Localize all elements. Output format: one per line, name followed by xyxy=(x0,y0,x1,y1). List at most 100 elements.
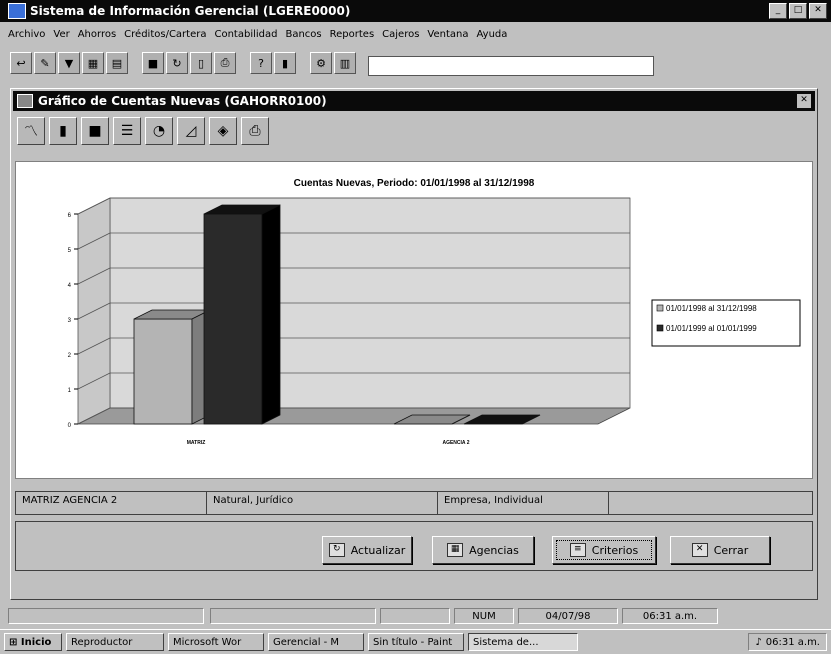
windows-logo-icon: ⊞ xyxy=(9,636,18,648)
grid-icon: ▦ xyxy=(447,543,464,557)
chart-window-icon xyxy=(17,94,33,108)
block-chart-icon[interactable]: ■ xyxy=(81,117,109,145)
filter-icon[interactable]: ▼ xyxy=(58,52,80,74)
start-button[interactable]: ⊞ Inicio xyxy=(4,633,62,651)
minimize-button[interactable]: _ xyxy=(769,3,787,19)
chart-svg: Cuentas Nuevas, Periodo: 01/01/1998 al 3… xyxy=(68,178,801,446)
legend-label: 01/01/1998 al 31/12/1998 xyxy=(666,304,757,313)
status-field-tipo: Empresa, Individual xyxy=(438,492,609,514)
edit-icon[interactable]: ✎ xyxy=(34,52,56,74)
app-icon xyxy=(8,3,26,19)
toolbar-input[interactable] xyxy=(368,56,654,76)
line-chart-icon[interactable]: 〽 xyxy=(17,117,45,145)
app-title-bar: Sistema de Información Gerencial (LGERE0… xyxy=(0,0,831,22)
grid-icon[interactable]: ▦ xyxy=(82,52,104,74)
refresh-icon[interactable]: ↻ xyxy=(166,52,188,74)
print-chart-icon[interactable]: ⎙ xyxy=(241,117,269,145)
menu-cajeros[interactable]: Cajeros xyxy=(382,29,419,40)
y-tick-label: 3 xyxy=(68,318,72,324)
menu-archivo[interactable]: Archivo xyxy=(8,29,45,40)
3d-chart-icon[interactable]: ◈ xyxy=(209,117,237,145)
preview-icon[interactable]: ▯ xyxy=(190,52,212,74)
status-cell-1 xyxy=(8,608,204,624)
help-icon[interactable]: ? xyxy=(250,52,272,74)
menu-ver[interactable]: Ver xyxy=(53,29,69,40)
pie-chart-icon[interactable]: ◔ xyxy=(145,117,173,145)
status-num: NUM xyxy=(454,608,514,624)
status-date: 04/07/98 xyxy=(518,608,618,624)
close-button[interactable]: ✕ xyxy=(809,3,827,19)
close-door-icon: ✕ xyxy=(691,543,708,557)
status-progress xyxy=(210,608,376,624)
taskbar-item-gerencial[interactable]: Gerencial - M xyxy=(268,633,364,651)
cerrar-label: Cerrar xyxy=(713,543,749,557)
stacked-chart-icon[interactable]: ☰ xyxy=(113,117,141,145)
agencias-button[interactable]: ▦ Agencias xyxy=(432,536,534,564)
criterios-button[interactable]: ≡ Criterios xyxy=(552,536,656,564)
x-tick-label: AGENCIA 2 xyxy=(442,440,469,446)
taskbar-item-sistema[interactable]: Sistema de... xyxy=(468,633,578,651)
actualizar-button[interactable]: ↻ Actualizar xyxy=(322,536,412,564)
x-tick-label: MATRIZ xyxy=(187,440,206,446)
bar-chart-icon[interactable]: ▮ xyxy=(49,117,77,145)
taskbar-item-reproductor[interactable]: Reproductor xyxy=(66,633,164,651)
menu-reportes[interactable]: Reportes xyxy=(330,29,375,40)
report-icon[interactable]: ▥ xyxy=(334,52,356,74)
criteria-icon: ≡ xyxy=(569,543,586,557)
menu-bar: Archivo Ver Ahorros Créditos/Cartera Con… xyxy=(0,22,831,46)
bar xyxy=(133,318,193,425)
legend-label: 01/01/1999 al 01/01/1999 xyxy=(666,324,757,333)
taskbar-item-word[interactable]: Microsoft Wor xyxy=(168,633,264,651)
legend-swatch xyxy=(656,324,664,332)
filter-status-fields: MATRIZ AGENCIA 2 Natural, Jurídico Empre… xyxy=(15,491,813,515)
y-tick-label: 0 xyxy=(68,423,72,429)
exit-icon[interactable]: ↩ xyxy=(10,52,32,74)
agencias-label: Agencias xyxy=(469,543,519,557)
criterios-label: Criterios xyxy=(591,543,639,557)
print-icon[interactable]: ⎙ xyxy=(214,52,236,74)
app-title: Sistema de Información Gerencial (LGERE0… xyxy=(30,4,351,18)
save-icon[interactable]: ■ xyxy=(142,52,164,74)
status-field-persona: Natural, Jurídico xyxy=(207,492,438,514)
refresh-icon: ↻ xyxy=(328,543,345,557)
speaker-icon[interactable]: ♪ xyxy=(755,637,761,648)
chart-window-title-bar: Gráfico de Cuentas Nuevas (GAHORR0100) ✕ xyxy=(13,91,815,111)
menu-creditos[interactable]: Créditos/Cartera xyxy=(124,29,206,40)
chart-title: Cuentas Nuevas, Periodo: 01/01/1998 al 3… xyxy=(294,178,535,189)
menu-bancos[interactable]: Bancos xyxy=(285,29,321,40)
status-field-agencias: MATRIZ AGENCIA 2 xyxy=(16,492,207,514)
action-button-row: ↻ Actualizar ▦ Agencias ≡ Criterios ✕ Ce… xyxy=(15,521,813,571)
status-field-extra xyxy=(609,492,812,514)
calc-icon[interactable]: ▤ xyxy=(106,52,128,74)
taskbar: ⊞ Inicio Reproductor Microsoft Wor Geren… xyxy=(0,629,831,654)
bar xyxy=(203,213,263,425)
y-tick-label: 5 xyxy=(68,248,72,254)
status-indicator xyxy=(380,608,450,624)
maximize-button[interactable]: □ xyxy=(789,3,807,19)
chart-window-title: Gráfico de Cuentas Nuevas (GAHORR0100) xyxy=(38,94,327,108)
start-label: Inicio xyxy=(20,636,52,648)
menu-ayuda[interactable]: Ayuda xyxy=(477,29,508,40)
menu-ahorros[interactable]: Ahorros xyxy=(78,29,116,40)
app-status-bar: NUM 04/07/98 06:31 a.m. xyxy=(0,605,831,627)
system-tray: ♪ 06:31 a.m. xyxy=(748,633,827,651)
chart-panel: Cuentas Nuevas, Periodo: 01/01/1998 al 3… xyxy=(15,161,813,479)
actualizar-label: Actualizar xyxy=(350,543,406,557)
legend-swatch xyxy=(656,304,664,312)
area-chart-icon[interactable]: ◿ xyxy=(177,117,205,145)
book-icon[interactable]: ▮ xyxy=(274,52,296,74)
y-tick-label: 6 xyxy=(68,213,72,219)
chart-window: Gráfico de Cuentas Nuevas (GAHORR0100) ✕… xyxy=(10,88,818,600)
menu-ventana[interactable]: Ventana xyxy=(427,29,468,40)
menu-contabilidad[interactable]: Contabilidad xyxy=(214,29,277,40)
y-tick-label: 1 xyxy=(68,388,72,394)
chart-toolbar: 〽 ▮ ■ ☰ ◔ ◿ ◈ ⎙ xyxy=(17,117,269,147)
tools-icon[interactable]: ⚙ xyxy=(310,52,332,74)
chart-window-close-button[interactable]: ✕ xyxy=(797,94,811,108)
cerrar-button[interactable]: ✕ Cerrar xyxy=(670,536,770,564)
clock: 06:31 a.m. xyxy=(765,636,820,648)
y-tick-label: 2 xyxy=(68,353,72,359)
status-time: 06:31 a.m. xyxy=(622,608,718,624)
y-tick-label: 4 xyxy=(68,283,72,289)
taskbar-item-paint[interactable]: Sin título - Paint xyxy=(368,633,464,651)
